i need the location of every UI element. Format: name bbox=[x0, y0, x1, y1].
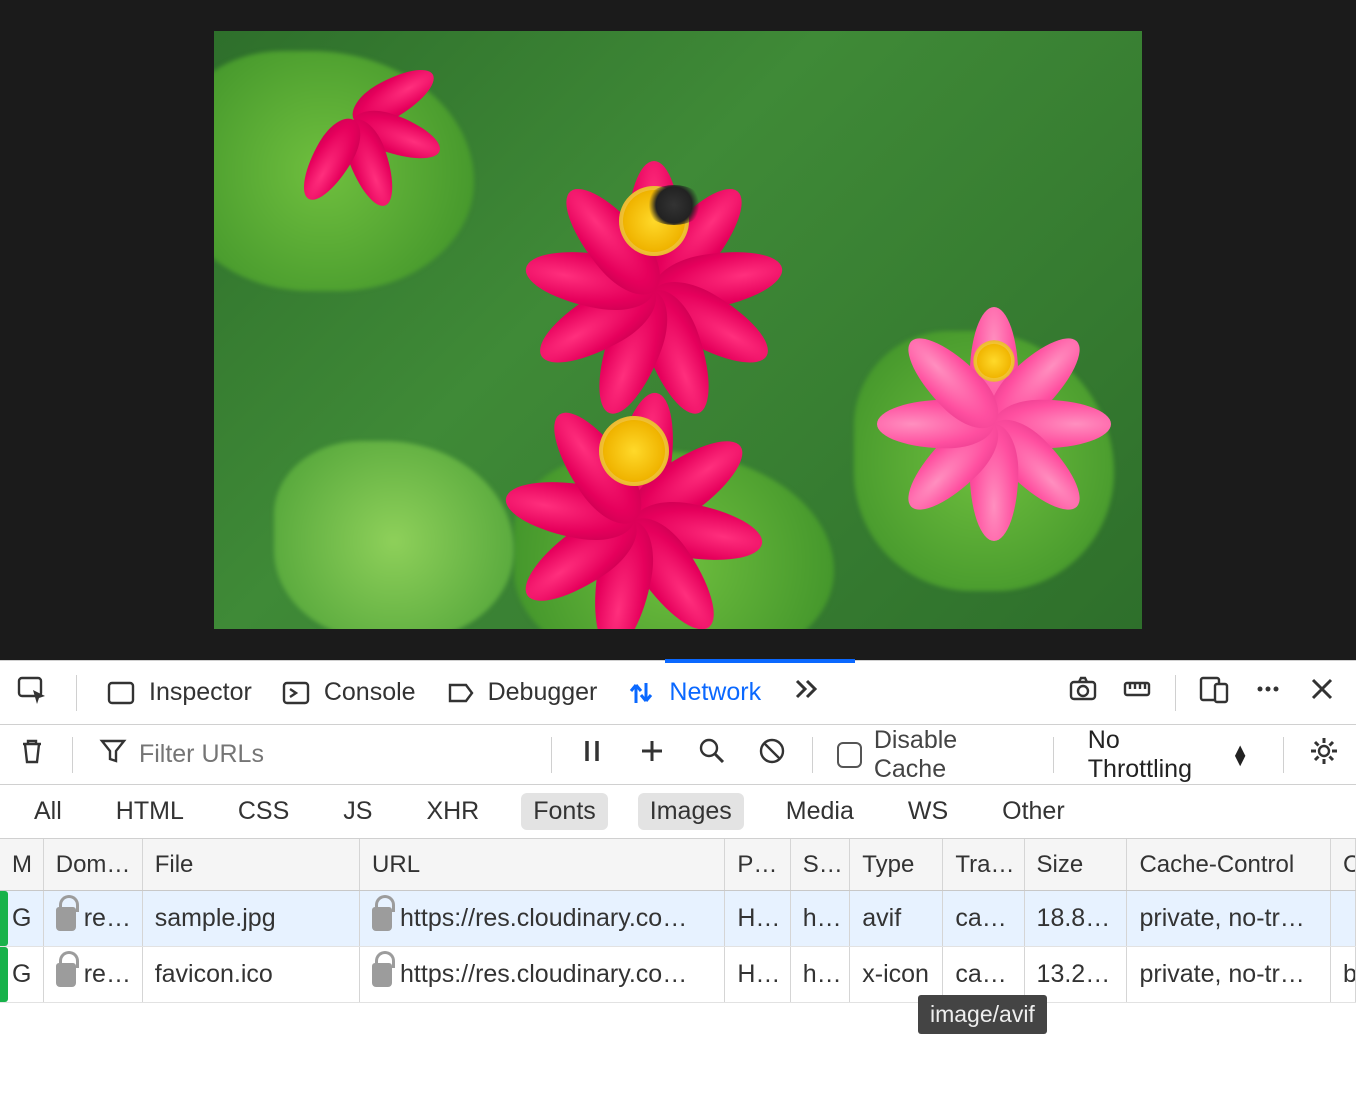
request-table-header: M Dom… File URL P… S… Type Tra… Size Cac… bbox=[0, 839, 1356, 891]
request-type-filters: All HTML CSS JS XHR Fonts Images Media W… bbox=[0, 785, 1356, 839]
kebab-menu-icon[interactable] bbox=[1252, 673, 1284, 712]
status-indicator bbox=[0, 891, 8, 946]
cell-domain: re… bbox=[44, 947, 143, 1002]
filter-js[interactable]: JS bbox=[331, 793, 384, 830]
pause-icon[interactable] bbox=[576, 735, 608, 774]
devtools-panel: Inspector Console Debugger Network bbox=[0, 660, 1356, 1100]
block-icon[interactable] bbox=[756, 735, 788, 774]
request-row[interactable]: G re… favicon.ico https://res.cloudinary… bbox=[0, 947, 1356, 1003]
tab-network[interactable]: Network bbox=[625, 677, 761, 709]
pick-element-icon[interactable] bbox=[16, 673, 48, 712]
cell-size: 18.8… bbox=[1025, 891, 1128, 946]
clear-icon[interactable] bbox=[16, 735, 48, 774]
tab-network-label: Network bbox=[669, 678, 761, 707]
col-file[interactable]: File bbox=[143, 839, 360, 890]
tab-console[interactable]: Console bbox=[280, 677, 416, 709]
cell-domain: re… bbox=[44, 891, 143, 946]
disable-cache-toggle[interactable]: Disable Cache bbox=[837, 726, 1029, 784]
request-row[interactable]: G re… sample.jpg https://res.cloudinary.… bbox=[0, 891, 1356, 947]
filter-urls-input[interactable] bbox=[139, 740, 459, 769]
cell-url: https://res.cloudinary.co… bbox=[360, 947, 725, 1002]
cell-scheme: h… bbox=[791, 891, 851, 946]
filter-media[interactable]: Media bbox=[774, 793, 866, 830]
filter-html[interactable]: HTML bbox=[104, 793, 196, 830]
search-icon[interactable] bbox=[696, 735, 728, 774]
col-last[interactable]: C bbox=[1331, 839, 1356, 890]
measure-icon[interactable] bbox=[1121, 673, 1153, 712]
col-url[interactable]: URL bbox=[360, 839, 725, 890]
select-arrows-icon: ▲▼ bbox=[1231, 745, 1249, 765]
col-domain[interactable]: Dom… bbox=[44, 839, 143, 890]
cell-protocol: H… bbox=[725, 947, 790, 1002]
filter-xhr[interactable]: XHR bbox=[414, 793, 491, 830]
col-method[interactable]: M bbox=[0, 839, 44, 890]
filter-all[interactable]: All bbox=[22, 793, 74, 830]
col-type[interactable]: Type bbox=[850, 839, 943, 890]
lock-icon bbox=[56, 963, 76, 987]
cell-scheme: h… bbox=[791, 947, 851, 1002]
more-tabs-icon[interactable] bbox=[789, 673, 821, 712]
screenshot-icon[interactable] bbox=[1067, 673, 1099, 712]
cell-transferred: ca… bbox=[943, 947, 1024, 1002]
cell-last bbox=[1331, 891, 1356, 946]
lock-icon bbox=[372, 963, 392, 987]
cell-type: avif bbox=[850, 891, 943, 946]
col-protocol[interactable]: P… bbox=[725, 839, 790, 890]
throttling-label: No Throttling bbox=[1088, 726, 1223, 784]
content-image bbox=[214, 31, 1142, 629]
col-cache-control[interactable]: Cache-Control bbox=[1127, 839, 1331, 890]
cell-cache: private, no-tr… bbox=[1127, 947, 1331, 1002]
col-transferred[interactable]: Tra… bbox=[943, 839, 1024, 890]
cell-protocol: H… bbox=[725, 891, 790, 946]
cell-file: sample.jpg bbox=[143, 891, 360, 946]
col-scheme[interactable]: S… bbox=[791, 839, 851, 890]
filter-css[interactable]: CSS bbox=[226, 793, 301, 830]
lock-icon bbox=[56, 907, 76, 931]
throttling-select[interactable]: No Throttling ▲▼ bbox=[1078, 722, 1259, 788]
cell-last: b bbox=[1331, 947, 1356, 1002]
type-tooltip: image/avif bbox=[918, 995, 1047, 1034]
filter-images[interactable]: Images bbox=[638, 793, 744, 830]
tab-debugger[interactable]: Debugger bbox=[444, 677, 598, 709]
filter-ws[interactable]: WS bbox=[896, 793, 960, 830]
network-toolbar: Disable Cache No Throttling ▲▼ bbox=[0, 725, 1356, 785]
filter-icon[interactable] bbox=[97, 735, 129, 774]
devtools-tabbar: Inspector Console Debugger Network bbox=[0, 661, 1356, 725]
cell-cache: private, no-tr… bbox=[1127, 891, 1331, 946]
cell-url: https://res.cloudinary.co… bbox=[360, 891, 725, 946]
tab-console-label: Console bbox=[324, 678, 416, 707]
filter-other[interactable]: Other bbox=[990, 793, 1077, 830]
cell-transferred: ca… bbox=[943, 891, 1024, 946]
lock-icon bbox=[372, 907, 392, 931]
col-size[interactable]: Size bbox=[1025, 839, 1128, 890]
responsive-mode-icon[interactable] bbox=[1198, 673, 1230, 712]
status-indicator bbox=[0, 947, 8, 1002]
tab-inspector[interactable]: Inspector bbox=[105, 677, 252, 709]
disable-cache-checkbox[interactable] bbox=[837, 742, 862, 768]
close-devtools-icon[interactable] bbox=[1306, 673, 1338, 712]
disable-cache-label: Disable Cache bbox=[874, 726, 1029, 784]
cell-size: 13.2… bbox=[1025, 947, 1128, 1002]
tab-inspector-label: Inspector bbox=[149, 678, 252, 707]
tab-debugger-label: Debugger bbox=[488, 678, 598, 707]
cell-type: x-icon bbox=[850, 947, 943, 1002]
filter-fonts[interactable]: Fonts bbox=[521, 793, 608, 830]
cell-file: favicon.ico bbox=[143, 947, 360, 1002]
add-icon[interactable] bbox=[636, 735, 668, 774]
settings-gear-icon[interactable] bbox=[1308, 735, 1340, 774]
page-viewport bbox=[0, 0, 1356, 660]
